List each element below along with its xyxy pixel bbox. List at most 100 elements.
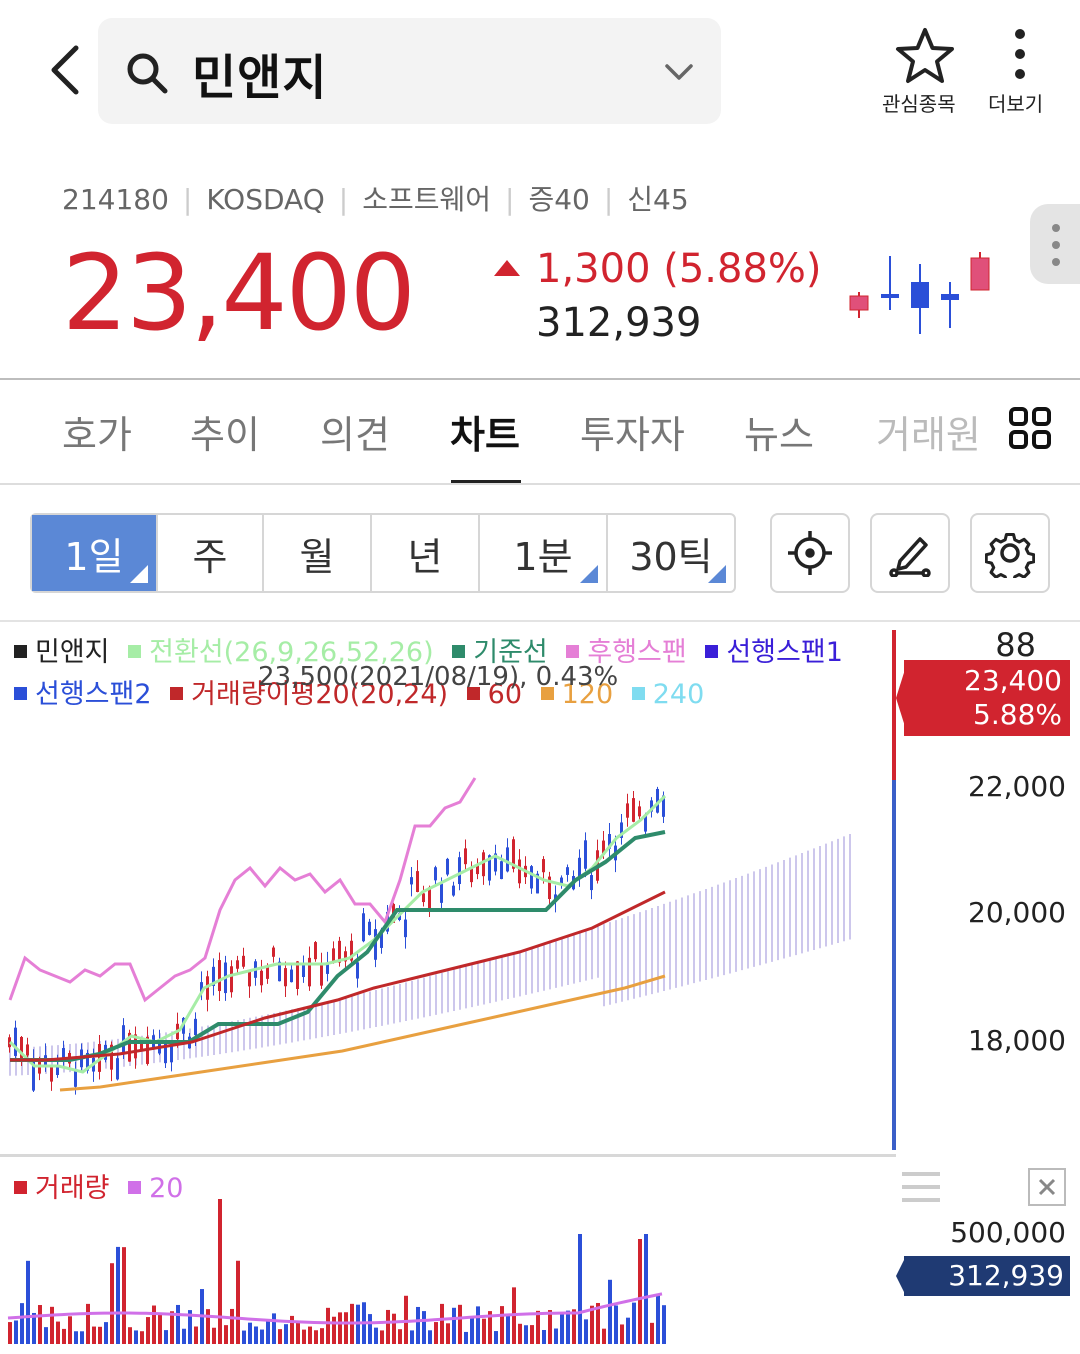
volume-bar xyxy=(506,1313,510,1344)
volume-bar xyxy=(68,1316,72,1344)
watchlist-label: 관심종목 xyxy=(882,92,956,116)
back-button[interactable] xyxy=(40,40,90,100)
period-1day-button[interactable]: 1일 xyxy=(32,515,158,591)
candle-body xyxy=(482,852,485,877)
volume-bar xyxy=(494,1331,498,1344)
more-vertical-icon xyxy=(1015,29,1025,79)
tab-opinion[interactable]: 의견 xyxy=(320,404,390,459)
close-panel-button[interactable] xyxy=(1028,1168,1066,1206)
more-button[interactable]: 더보기 xyxy=(986,26,1056,118)
candle-body xyxy=(422,893,425,903)
volume-bar xyxy=(98,1326,102,1344)
candle-body xyxy=(470,868,473,883)
stock-market: KOSDAQ xyxy=(206,183,325,216)
candle-body xyxy=(458,857,461,885)
volume-bar xyxy=(392,1313,396,1344)
volume-chart[interactable] xyxy=(0,1160,890,1350)
period-1min-button[interactable]: 1분 xyxy=(480,515,608,591)
volume-bar xyxy=(278,1329,282,1344)
volume-bar xyxy=(482,1318,486,1344)
volume-bar xyxy=(92,1326,96,1344)
period-year-button[interactable]: 년 xyxy=(372,515,480,591)
volume-bar xyxy=(440,1303,444,1344)
volume-bar xyxy=(284,1324,288,1344)
volume-bar xyxy=(248,1322,252,1344)
volume-bar xyxy=(44,1327,48,1344)
candle-body xyxy=(626,803,629,818)
volume-bar xyxy=(578,1234,582,1344)
more-label: 더보기 xyxy=(988,92,1044,116)
candle-body xyxy=(236,960,239,969)
candle-body xyxy=(452,885,455,896)
volume-bar xyxy=(386,1309,390,1344)
volume-bar xyxy=(194,1326,198,1344)
pencil-icon xyxy=(889,537,931,577)
tab-trend[interactable]: 추이 xyxy=(190,404,260,459)
volume-bar xyxy=(632,1302,636,1344)
candle-body xyxy=(506,847,509,872)
price-chart[interactable] xyxy=(0,700,890,1150)
gear-icon xyxy=(985,532,1035,578)
side-panel-handle[interactable] xyxy=(1030,204,1080,284)
volume-bar xyxy=(308,1326,312,1344)
candle-body xyxy=(260,970,263,986)
draw-tool-button[interactable] xyxy=(870,513,950,593)
high-price-note: 23,500(2021/08/19), 0.43% xyxy=(258,662,619,692)
period-week-button[interactable]: 주 xyxy=(158,515,264,591)
search-icon xyxy=(124,50,170,100)
candle-body xyxy=(410,877,413,885)
period-30tick-button[interactable]: 30틱 xyxy=(608,515,734,591)
tab-orderbook[interactable]: 호가 xyxy=(62,404,132,459)
volume-bar xyxy=(452,1307,456,1344)
tab-broker[interactable]: 거래원 xyxy=(876,404,981,459)
volume-bar xyxy=(554,1328,558,1344)
candle-body xyxy=(362,913,365,942)
volume-bar xyxy=(470,1316,474,1344)
volume-bar xyxy=(326,1307,330,1344)
period-month-button[interactable]: 월 xyxy=(264,515,372,591)
volume-bar xyxy=(338,1312,342,1344)
candle-body xyxy=(308,957,311,987)
candle-body xyxy=(116,1058,119,1080)
chevron-down-icon[interactable] xyxy=(662,60,696,88)
volume-bar xyxy=(464,1331,468,1344)
grid-menu-icon[interactable] xyxy=(1008,406,1052,454)
candle-body xyxy=(74,1069,77,1087)
candle-body xyxy=(584,840,587,869)
volume-bar xyxy=(254,1326,258,1344)
candle-body xyxy=(302,964,305,978)
y-label: 20,000 xyxy=(968,896,1066,929)
divider xyxy=(0,620,1080,622)
volume-bar xyxy=(56,1321,60,1344)
volume-bar xyxy=(638,1239,642,1344)
search-text: 민앤지 xyxy=(192,50,328,106)
volume-bar xyxy=(320,1328,324,1344)
price-tag-arrow xyxy=(896,660,908,736)
volume-bar xyxy=(650,1322,654,1344)
tab-investor[interactable]: 투자자 xyxy=(580,404,685,459)
crosshair-button[interactable] xyxy=(770,513,850,593)
tab-news[interactable]: 뉴스 xyxy=(744,404,814,459)
volume-bar xyxy=(50,1306,54,1344)
volume-bar xyxy=(566,1310,570,1344)
volume-bar xyxy=(62,1328,66,1344)
candle-body xyxy=(320,964,323,986)
candle-body xyxy=(14,1027,17,1056)
watchlist-button[interactable]: 관심종목 xyxy=(878,26,972,118)
candle-body xyxy=(194,1018,197,1036)
volume-bar xyxy=(458,1304,462,1344)
candle-body xyxy=(440,883,443,903)
settings-button[interactable] xyxy=(970,513,1050,593)
volume-bar xyxy=(260,1329,264,1344)
tab-chart[interactable]: 차트 xyxy=(450,404,520,459)
volume-bar xyxy=(500,1306,504,1344)
volume-bar xyxy=(662,1305,666,1344)
volume-bar xyxy=(416,1306,420,1344)
volume-bar xyxy=(380,1330,384,1344)
drag-handle-icon[interactable] xyxy=(902,1170,940,1208)
candle-body xyxy=(332,948,335,963)
period-label: 월 xyxy=(299,534,335,579)
candle-body xyxy=(218,960,221,992)
volume-bar xyxy=(218,1199,222,1344)
candle-body xyxy=(266,967,269,979)
